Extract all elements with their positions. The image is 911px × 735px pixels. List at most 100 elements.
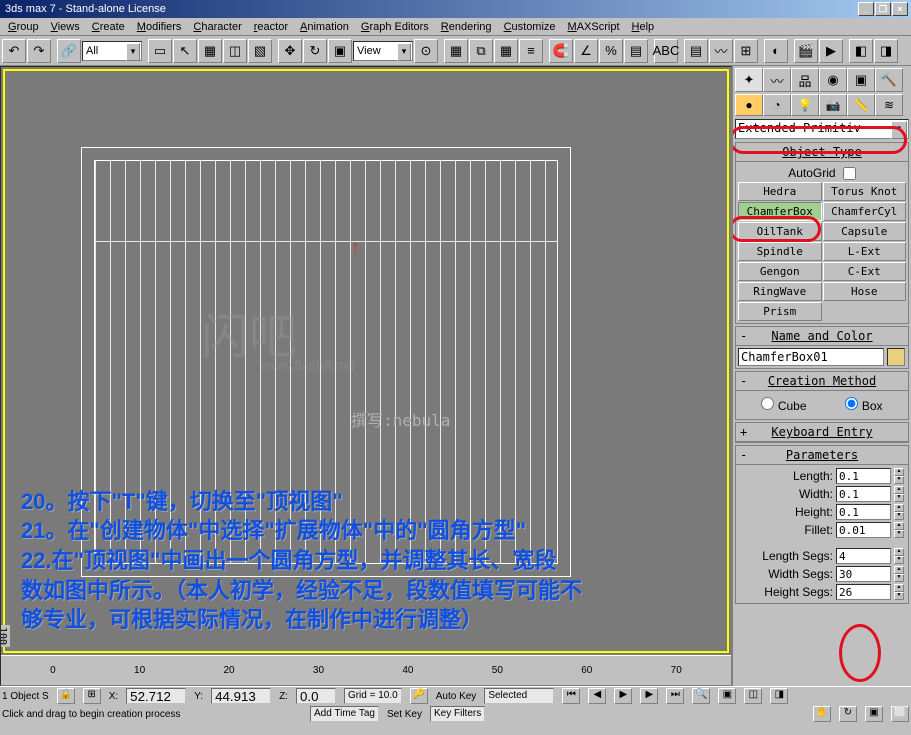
create-tab[interactable]: ✦ (735, 68, 763, 92)
prism-button[interactable]: Prism (738, 302, 822, 321)
systems-subtab[interactable]: ≋ (875, 94, 903, 116)
lext-button[interactable]: L-Ext (823, 242, 907, 261)
menu-maxscript[interactable]: MAXScript (562, 20, 626, 34)
height-input[interactable] (836, 504, 891, 520)
restore-button[interactable]: ❐ (875, 2, 891, 16)
render-scene-button[interactable]: 🎬 (794, 39, 818, 63)
curve-editor-button[interactable]: 〰 (709, 39, 733, 63)
object-name-input[interactable] (738, 348, 884, 366)
menu-animation[interactable]: Animation (294, 20, 355, 34)
rotate-button[interactable]: ↻ (303, 39, 327, 63)
menu-help[interactable]: Help (626, 20, 661, 34)
viewport[interactable]: ↑ 闪吧 www.flash8.net 撰写:nebula 20。按下"T"键，… (0, 66, 732, 686)
key-filters-button[interactable]: Key Filters (430, 706, 485, 722)
geometry-subtab[interactable]: ● (735, 94, 763, 116)
pan-button[interactable]: ✋ (813, 706, 831, 722)
select-region-button[interactable]: ◫ (223, 39, 247, 63)
scale-button[interactable]: ▣ (328, 39, 352, 63)
length-spinner[interactable]: ▲▼ (894, 468, 904, 484)
hose-button[interactable]: Hose (823, 282, 907, 301)
angle-snap-button[interactable]: ∠ (574, 39, 598, 63)
selection-lock-button[interactable]: ▦ (444, 39, 468, 63)
gengon-button[interactable]: Gengon (738, 262, 822, 281)
zoom-all-button[interactable]: ▣ (718, 688, 736, 704)
menu-modifiers[interactable]: Modifiers (131, 20, 188, 34)
link-button[interactable]: 🔗 (57, 39, 81, 63)
length-input[interactable] (836, 468, 891, 484)
name-color-header[interactable]: Name and Color (736, 327, 908, 346)
length-segs-spinner[interactable]: ▲▼ (894, 548, 904, 564)
goto-end-button[interactable]: ⏭ (666, 688, 684, 704)
cameras-subtab[interactable]: 📷 (819, 94, 847, 116)
lock-button[interactable]: 🔒 (57, 688, 75, 704)
menu-grapheditors[interactable]: Graph Editors (355, 20, 435, 34)
key-icon[interactable]: 🔑 (410, 688, 428, 704)
menu-create[interactable]: Create (86, 20, 131, 34)
pivot-button[interactable]: ⊙ (414, 39, 438, 63)
autokey-button[interactable]: Auto Key (436, 691, 477, 702)
cext-button[interactable]: C-Ext (823, 262, 907, 281)
abs-transform-button[interactable]: ⊞ (83, 688, 101, 704)
play-button[interactable]: ▶ (614, 688, 632, 704)
move-button[interactable]: ✥ (278, 39, 302, 63)
min-max-toggle-button[interactable]: ▣ (865, 706, 883, 722)
menu-character[interactable]: Character (187, 20, 247, 34)
parameters-header[interactable]: Parameters (736, 446, 908, 465)
keyboard-entry-header[interactable]: Keyboard Entry (736, 423, 908, 442)
lights-subtab[interactable]: 💡 (791, 94, 819, 116)
helpers-subtab[interactable]: 📏 (847, 94, 875, 116)
setkey-button[interactable]: Set Key (387, 709, 422, 720)
display-tab[interactable]: ▣ (847, 68, 875, 92)
fillet-spinner[interactable]: ▲▼ (894, 522, 904, 538)
select-button[interactable]: ▭ (148, 39, 172, 63)
select-name-button[interactable]: ▦ (198, 39, 222, 63)
snap-toggle-button[interactable]: 🧲 (549, 39, 573, 63)
undo-button[interactable]: ↶ (2, 39, 26, 63)
quick-render-button[interactable]: ▶ (819, 39, 843, 63)
fov-button[interactable]: ◨ (770, 688, 788, 704)
box-radio[interactable]: Box (845, 397, 882, 413)
chamfercyl-button[interactable]: ChamferCyl (823, 202, 907, 221)
width-segs-input[interactable] (836, 566, 891, 582)
utilities-tab[interactable]: 🔨 (875, 68, 903, 92)
prev-frame-button[interactable]: ◀ (588, 688, 606, 704)
fillet-input[interactable] (836, 522, 891, 538)
window-crossing-button[interactable]: ▧ (248, 39, 272, 63)
color-swatch[interactable] (887, 348, 905, 366)
z-coord-input[interactable] (296, 688, 336, 704)
schematic-view-button[interactable]: ⊞ (734, 39, 758, 63)
named-selection-button[interactable]: ABC (654, 39, 678, 63)
autogrid-checkbox[interactable] (843, 167, 856, 180)
spindle-button[interactable]: Spindle (738, 242, 822, 261)
x-coord-input[interactable] (126, 688, 186, 704)
motion-tab[interactable]: ◉ (819, 68, 847, 92)
selection-filter[interactable]: All (82, 41, 142, 61)
render-last-button[interactable]: ◧ (849, 39, 873, 63)
goto-start-button[interactable]: ⏮ (562, 688, 580, 704)
material-editor-button[interactable]: ◐ (764, 39, 788, 63)
height-segs-spinner[interactable]: ▲▼ (894, 584, 904, 600)
align-button[interactable]: ≡ (519, 39, 543, 63)
oiltank-button[interactable]: OilTank (738, 222, 822, 241)
zoom-button[interactable]: 🔍 (692, 688, 710, 704)
ref-coord-system[interactable]: View (353, 41, 413, 61)
menu-reactor[interactable]: reactor (248, 20, 294, 34)
height-spinner[interactable]: ▲▼ (894, 504, 904, 520)
time-tag-button[interactable]: Add Time Tag (310, 706, 379, 722)
width-input[interactable] (836, 486, 891, 502)
redo-button[interactable]: ↷ (27, 39, 51, 63)
next-frame-button[interactable]: ▶ (640, 688, 658, 704)
minimize-button[interactable]: _ (858, 2, 874, 16)
shapes-subtab[interactable]: ◔ (763, 94, 791, 116)
menu-views[interactable]: Views (45, 20, 86, 34)
chamferbox-button[interactable]: ChamferBox (738, 202, 822, 221)
select-arrow[interactable]: ↖ (173, 39, 197, 63)
height-segs-input[interactable] (836, 584, 891, 600)
menu-customize[interactable]: Customize (498, 20, 562, 34)
width-segs-spinner[interactable]: ▲▼ (894, 566, 904, 582)
field-of-view-button[interactable]: ⬜ (891, 706, 909, 722)
cube-radio[interactable]: Cube (761, 397, 806, 413)
percent-snap-button[interactable]: % (599, 39, 623, 63)
hedra-button[interactable]: Hedra (738, 182, 822, 201)
render-preset-button[interactable]: ◨ (874, 39, 898, 63)
